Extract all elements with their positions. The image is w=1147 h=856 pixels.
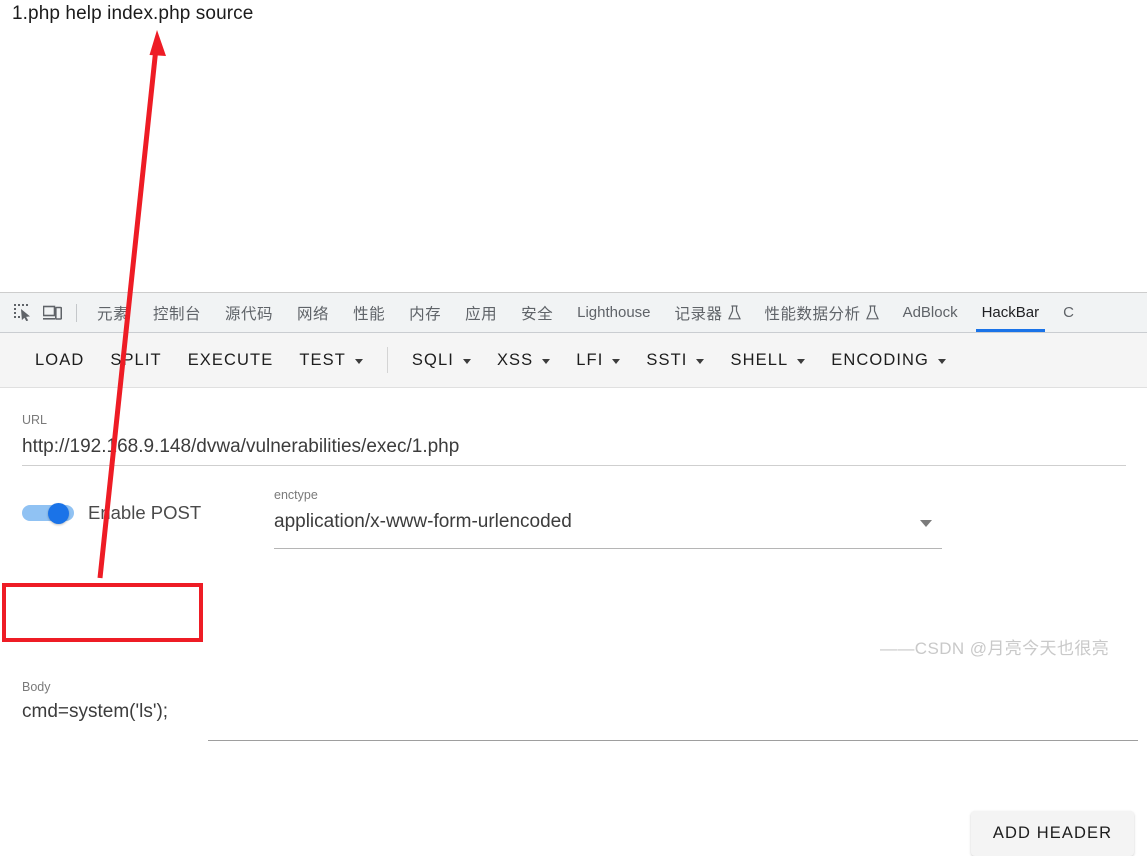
enctype-field[interactable]: enctype application/x-www-form-urlencode… (274, 489, 942, 532)
button-label: XSS (496, 350, 534, 369)
chevron-down-icon (797, 358, 806, 364)
enctype-selected-value[interactable]: application/x-www-form-urlencoded (274, 511, 572, 533)
hackbar-xss-menu[interactable]: XSS (484, 341, 563, 379)
chevron-down-icon[interactable] (920, 520, 932, 528)
tab-label: 性能数据分析 (764, 305, 861, 323)
toolbar-divider (386, 347, 388, 373)
tab-label: 记录器 (674, 305, 723, 323)
toggle-knob (48, 503, 69, 524)
tab-label: 控制台 (153, 305, 202, 323)
url-field[interactable]: URL http://192.168.9.148/dvwa/vulnerabil… (22, 414, 1126, 457)
button-label: LFI (576, 350, 604, 369)
hackbar-split-button[interactable]: SPLIT (97, 341, 174, 379)
url-field-underline (22, 465, 1126, 466)
hackbar-ssti-menu[interactable]: SSTI (633, 341, 717, 379)
tab-console[interactable]: 控制台 (141, 294, 213, 332)
enable-post-toggle[interactable] (22, 503, 74, 524)
url-input-value[interactable]: http://192.168.9.148/dvwa/vulnerabilitie… (22, 436, 1126, 458)
chevron-down-icon (462, 358, 471, 364)
button-label: SQLI (411, 350, 454, 369)
enctype-field-underline (274, 548, 942, 549)
tab-network[interactable]: 网络 (285, 294, 341, 332)
tab-adblock[interactable]: AdBlock (891, 294, 970, 332)
add-header-button[interactable]: ADD HEADER (971, 811, 1134, 856)
tab-label: 安全 (521, 305, 554, 323)
body-field-underline (208, 740, 1138, 741)
chevron-down-icon (612, 358, 621, 364)
enable-post-row[interactable]: Enable POST (22, 502, 201, 524)
devtools-panel: 元素 控制台 源代码 网络 性能 内存 应用 安全 Lighthouse 记录器 (0, 292, 1147, 856)
tab-elements[interactable]: 元素 (85, 294, 141, 332)
hackbar-shell-menu[interactable]: SHELL (717, 341, 818, 379)
tab-label: 元素 (97, 305, 130, 323)
button-label: SSTI (646, 350, 688, 369)
button-label: LOAD (35, 350, 85, 369)
tab-label: 内存 (409, 305, 442, 323)
tab-sources[interactable]: 源代码 (213, 294, 285, 332)
chevron-down-icon (354, 358, 363, 364)
tab-memory[interactable]: 内存 (397, 294, 453, 332)
flask-icon (865, 305, 879, 320)
page-title: 1.php help index.php source (12, 3, 254, 24)
enable-post-label: Enable POST (88, 502, 202, 523)
hackbar-execute-button[interactable]: EXECUTE (175, 341, 287, 379)
url-label: URL (22, 413, 48, 427)
tab-label: C (1063, 304, 1074, 321)
tab-performance-insights[interactable]: 性能数据分析 (753, 294, 891, 332)
inspect-element-icon[interactable] (7, 298, 37, 328)
button-label: EXECUTE (187, 350, 274, 369)
button-label: SHELL (730, 350, 789, 369)
body-input-value[interactable]: cmd=system('ls'); (22, 701, 622, 723)
tab-label: 性能 (353, 305, 386, 323)
button-label: ENCODING (831, 350, 929, 369)
tab-performance[interactable]: 性能 (341, 294, 397, 332)
device-toolbar-icon[interactable] (37, 298, 67, 328)
button-label: TEST (299, 350, 346, 369)
tab-recorder[interactable]: 记录器 (663, 294, 753, 332)
hackbar-sqli-menu[interactable]: SQLI (399, 341, 484, 379)
hackbar-encoding-menu[interactable]: ENCODING (818, 341, 959, 379)
chevron-down-icon (542, 358, 551, 364)
tab-label: Lighthouse (577, 304, 651, 321)
chevron-down-icon (696, 358, 705, 364)
tab-label: AdBlock (902, 304, 958, 321)
tab-label: 源代码 (225, 305, 274, 323)
hackbar-toolbar: LOAD SPLIT EXECUTE TEST SQLI XSS LFI SST… (0, 333, 1147, 388)
tab-label: HackBar (981, 304, 1040, 321)
hackbar-lfi-menu[interactable]: LFI (563, 341, 633, 379)
hackbar-test-menu[interactable]: TEST (286, 341, 376, 379)
devtools-tabstrip: 元素 控制台 源代码 网络 性能 内存 应用 安全 Lighthouse 记录器 (0, 293, 1147, 333)
hackbar-form: URL http://192.168.9.148/dvwa/vulnerabil… (0, 388, 1147, 741)
tab-security[interactable]: 安全 (509, 294, 565, 332)
hackbar-load-button[interactable]: LOAD (22, 341, 97, 379)
tab-label: 网络 (297, 305, 330, 323)
browser-page-content: 1.php help index.php source (0, 0, 1147, 292)
toolbar-divider (76, 303, 77, 322)
flask-icon (727, 305, 741, 320)
body-label: Body (22, 680, 51, 694)
tab-lighthouse[interactable]: Lighthouse (565, 294, 662, 332)
enctype-label: enctype (274, 488, 318, 502)
chevron-down-icon (938, 358, 946, 364)
tab-label: 应用 (465, 305, 498, 323)
tab-hackbar[interactable]: HackBar (970, 294, 1052, 332)
body-field[interactable]: Body cmd=system('ls'); (22, 681, 622, 722)
tab-application[interactable]: 应用 (453, 294, 509, 332)
button-label: SPLIT (110, 350, 162, 369)
tab-overflow-partial[interactable]: C (1051, 294, 1086, 332)
